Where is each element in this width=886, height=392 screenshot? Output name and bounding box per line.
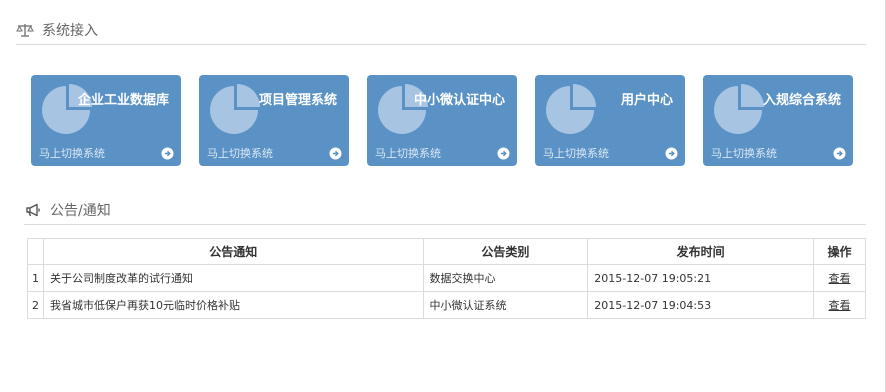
notice-section-header: 公告/通知 — [24, 195, 866, 225]
view-link[interactable]: 查看 — [829, 299, 851, 312]
table-header-row: 公告通知 公告类别 发布时间 操作 — [27, 238, 866, 265]
header-action: 操作 — [813, 238, 866, 265]
tile-footer[interactable]: 马上切换系统 — [199, 140, 349, 166]
row-title: 关于公司制度改革的试行通知 — [42, 264, 424, 292]
tile-footer[interactable]: 马上切换系统 — [31, 140, 181, 166]
row-category: 数据交换中心 — [422, 264, 589, 292]
system-tiles: 企业工业数据库 马上切换系统 项目管理系统 马上切换系统 中小微认证中心 马上切… — [31, 75, 853, 166]
arrow-circle-right-icon[interactable] — [497, 147, 510, 160]
tile-enterprise-industrial-db[interactable]: 企业工业数据库 马上切换系统 — [31, 75, 181, 166]
table-row: 2 我省城市低保户再获10元临时价格补贴 中小微认证系统 2015-12-07 … — [27, 291, 866, 319]
arrow-circle-right-icon[interactable] — [833, 147, 846, 160]
arrow-circle-right-icon[interactable] — [665, 147, 678, 160]
arrow-circle-right-icon[interactable] — [329, 147, 342, 160]
row-action-cell: 查看 — [813, 264, 866, 292]
tile-project-management[interactable]: 项目管理系统 马上切换系统 — [199, 75, 349, 166]
view-link[interactable]: 查看 — [829, 272, 851, 285]
header-publish-time: 发布时间 — [587, 238, 815, 265]
header-notice: 公告通知 — [42, 238, 424, 265]
header-category: 公告类别 — [422, 238, 589, 265]
row-action-cell: 查看 — [813, 291, 866, 319]
arrow-circle-right-icon[interactable] — [161, 147, 174, 160]
tile-sme-certification[interactable]: 中小微认证中心 马上切换系统 — [367, 75, 517, 166]
megaphone-icon — [24, 201, 42, 219]
row-category: 中小微认证系统 — [422, 291, 589, 319]
tile-title: 中小微认证中心 — [413, 93, 505, 108]
row-time: 2015-12-07 19:04:53 — [587, 291, 815, 319]
tile-footer[interactable]: 马上切换系统 — [367, 140, 517, 166]
tile-switch-link[interactable]: 马上切换系统 — [207, 145, 273, 161]
tile-title: 企业工业数据库 — [77, 93, 169, 108]
row-time: 2015-12-07 19:05:21 — [587, 264, 815, 292]
tile-switch-link[interactable]: 马上切换系统 — [375, 145, 441, 161]
tile-switch-link[interactable]: 马上切换系统 — [39, 145, 105, 161]
tile-switch-link[interactable]: 马上切换系统 — [543, 145, 609, 161]
header-index — [27, 238, 44, 265]
tile-enterprise-scale-system[interactable]: 入规综合系统 马上切换系统 — [703, 75, 853, 166]
pie-chart-icon — [207, 83, 261, 137]
scale-icon — [16, 21, 34, 39]
tile-footer[interactable]: 马上切换系统 — [535, 140, 685, 166]
tile-title: 入规综合系统 — [762, 93, 841, 108]
row-index: 1 — [27, 264, 44, 292]
notice-section-title: 公告/通知 — [50, 202, 111, 219]
tile-title: 项目管理系统 — [258, 93, 337, 108]
notice-table: 公告通知 公告类别 发布时间 操作 1 关于公司制度改革的试行通知 数据交换中心… — [27, 238, 866, 319]
tile-user-center[interactable]: 用户中心 马上切换系统 — [535, 75, 685, 166]
pie-chart-icon — [711, 83, 765, 137]
row-title: 我省城市低保户再获10元临时价格补贴 — [42, 291, 424, 319]
system-section-title: 系统接入 — [42, 22, 98, 39]
table-row: 1 关于公司制度改革的试行通知 数据交换中心 2015-12-07 19:05:… — [27, 264, 866, 292]
row-index: 2 — [27, 291, 44, 319]
tile-switch-link[interactable]: 马上切换系统 — [711, 145, 777, 161]
pie-chart-icon — [543, 83, 597, 137]
tile-title: 用户中心 — [620, 93, 673, 108]
tile-footer[interactable]: 马上切换系统 — [703, 140, 853, 166]
system-section-header: 系统接入 — [16, 15, 866, 45]
